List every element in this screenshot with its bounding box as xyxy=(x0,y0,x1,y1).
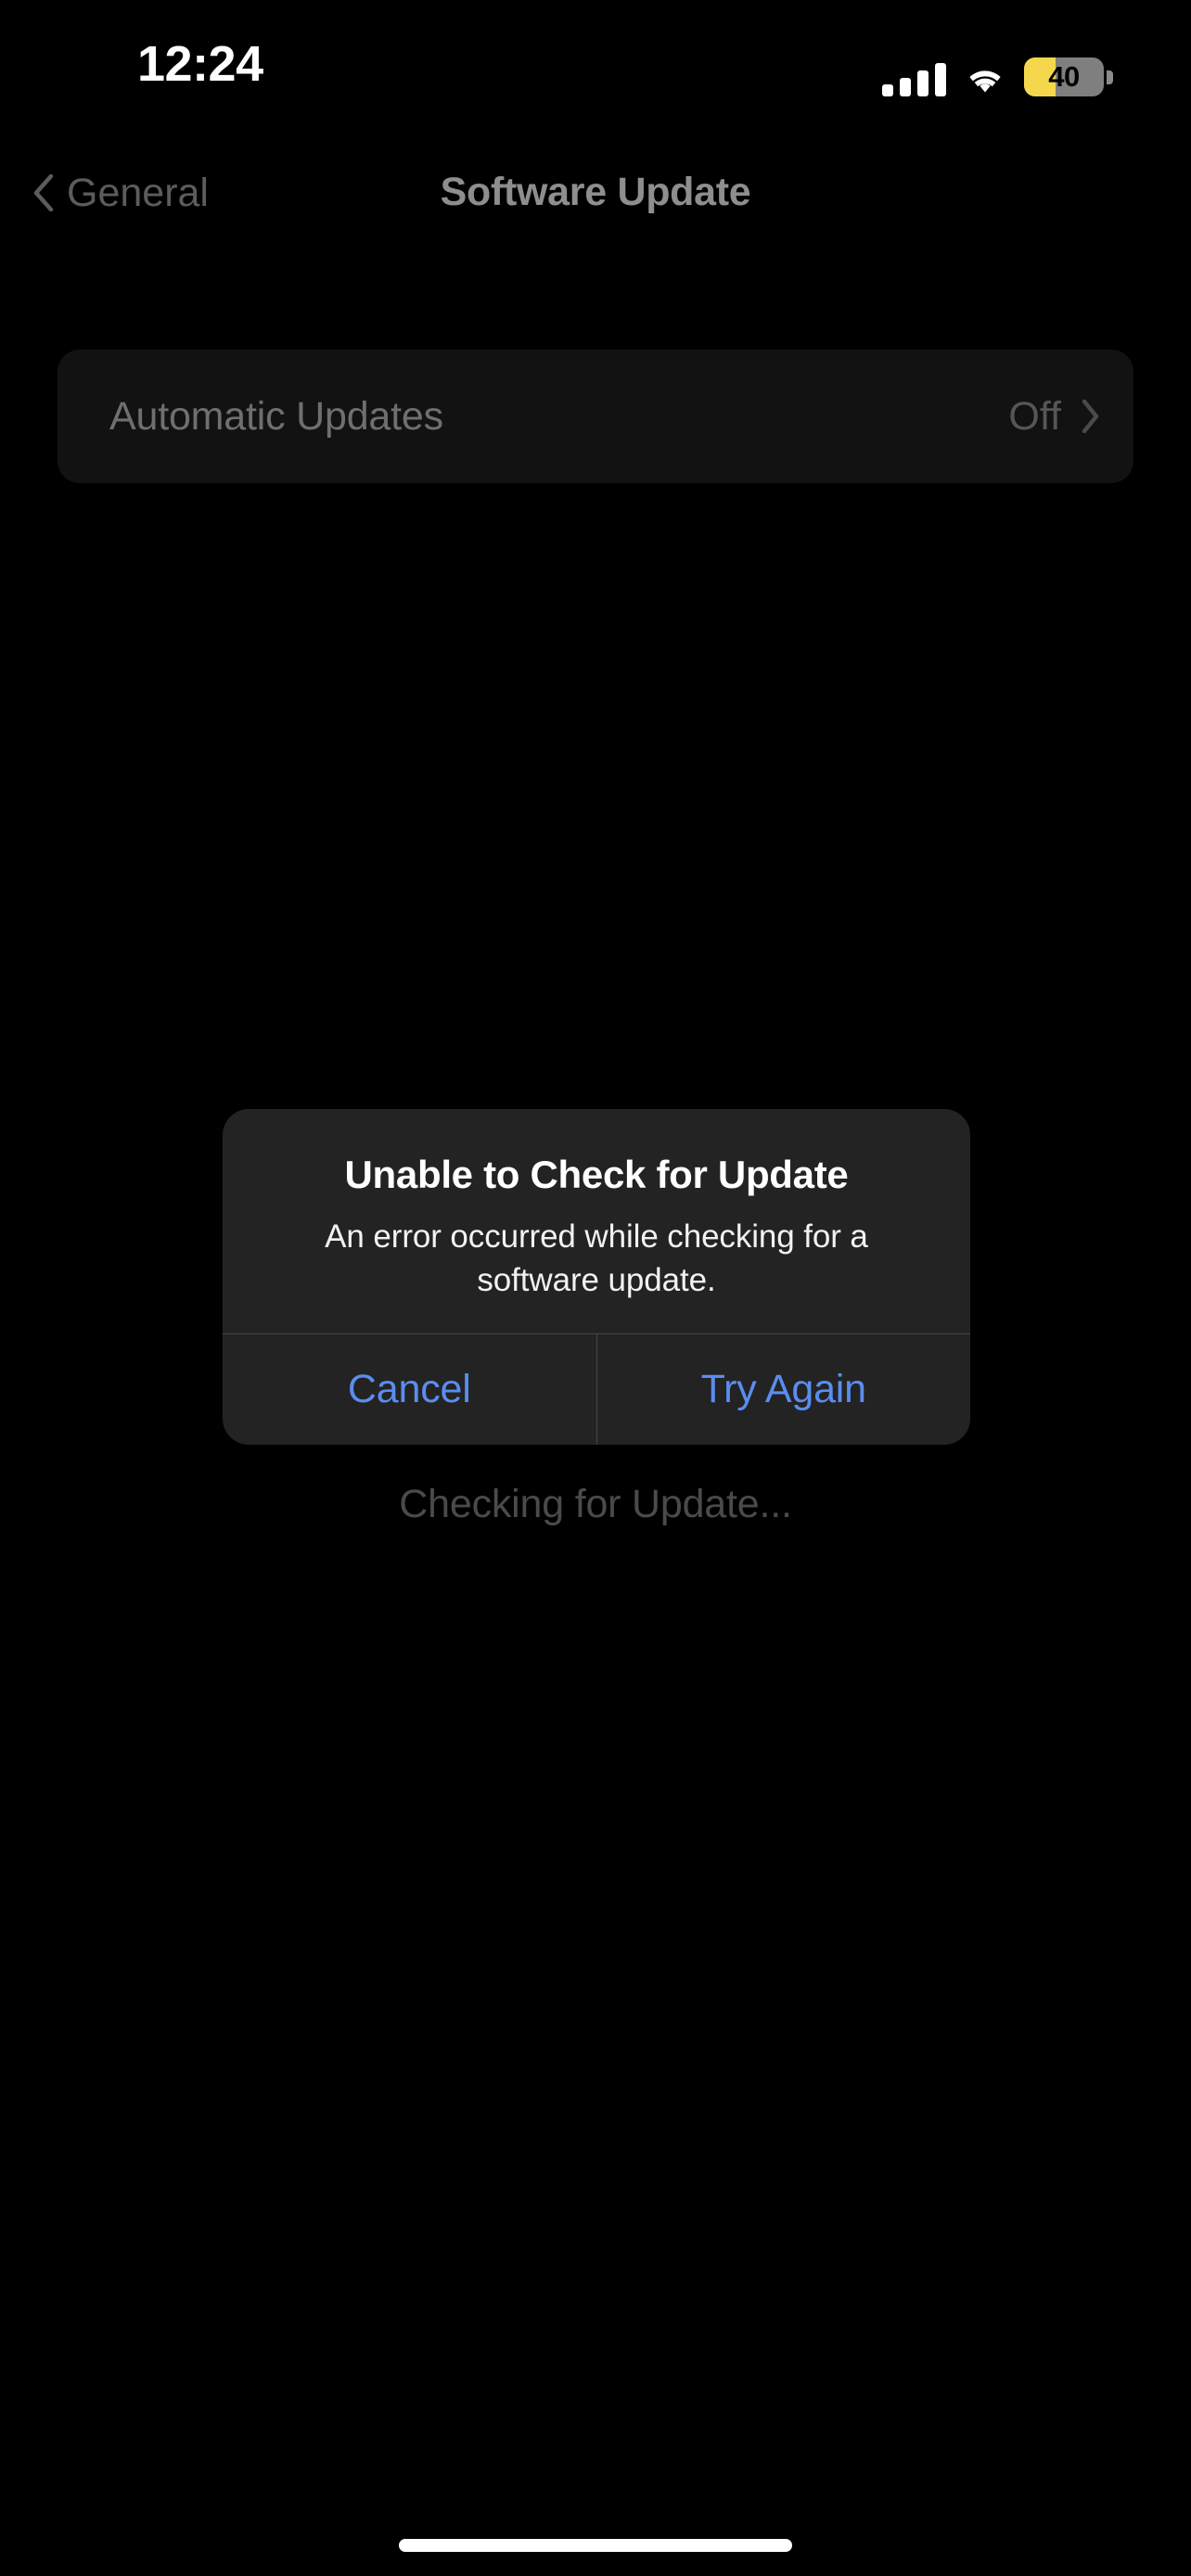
status-bar: 12:24 40 xyxy=(0,0,1191,139)
sidebar-item-automatic-updates[interactable]: Automatic Updates Off xyxy=(58,350,1133,483)
battery-percent-label: 40 xyxy=(1048,60,1080,93)
alert-actions: Cancel Try Again xyxy=(223,1333,970,1445)
cancel-button[interactable]: Cancel xyxy=(223,1334,596,1445)
alert-title: Unable to Check for Update xyxy=(344,1153,849,1196)
alert-content: Unable to Check for Update An error occu… xyxy=(223,1109,970,1333)
row-value: Off xyxy=(1008,393,1061,439)
navigation-bar: General Software Update xyxy=(0,144,1191,246)
alert-message: An error occurred while checking for a s… xyxy=(325,1218,868,1298)
row-label: Automatic Updates xyxy=(109,393,443,439)
wifi-icon xyxy=(965,63,1005,96)
checking-for-update-status: Checking for Update... xyxy=(399,1482,792,1526)
iphone-screen: 12:24 40 General Software Update Automat… xyxy=(0,0,1191,2576)
status-bar-clock: 12:24 xyxy=(137,36,263,92)
page-title: Software Update xyxy=(440,170,751,214)
try-again-button[interactable]: Try Again xyxy=(596,1334,971,1445)
settings-group: Automatic Updates Off xyxy=(58,350,1133,483)
chevron-right-icon xyxy=(1082,400,1100,433)
home-indicator[interactable] xyxy=(399,2539,792,2552)
cellular-bars-icon xyxy=(882,63,946,96)
status-bar-indicators: 40 xyxy=(882,45,1113,96)
battery-terminal xyxy=(1107,70,1113,84)
battery-icon: 40 xyxy=(1024,57,1113,96)
alert-dialog: Unable to Check for Update An error occu… xyxy=(223,1109,970,1445)
